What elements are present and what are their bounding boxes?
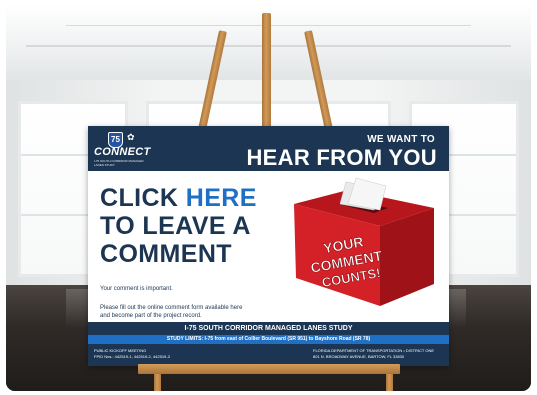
click-here-cta[interactable]: CLICK HERE TO LEAVE A COMMENT: [100, 184, 257, 268]
study-limits: STUDY LIMITS: I-75 from east of Collier …: [88, 335, 449, 344]
footer-left: PUBLIC KICKOFF MEETING FPID Nos.: 442519…: [94, 348, 170, 360]
sign-header: 75 ✿ CONNECT I-75 SOUTH CORRIDOR MANAGED…: [88, 126, 449, 171]
cta-line-2: TO LEAVE A: [100, 212, 251, 240]
study-title: I-75 SOUTH CORRIDOR MANAGED LANES STUDY: [88, 322, 449, 335]
palm-tree-icon: ✿: [127, 132, 135, 142]
easel-leg-center: [262, 13, 271, 133]
comment-sign: 75 ✿ CONNECT I-75 SOUTH CORRIDOR MANAGED…: [88, 126, 449, 366]
easel-foot-left: [154, 371, 161, 391]
footer-address: 801 N. BROADWAY AVENUE, BARTOW, FL 33830: [313, 354, 405, 359]
logo-subtext: I-75 SOUTH CORRIDOR MANAGED LANES STUDY: [94, 159, 144, 167]
footer-fpid: FPID Nos.: 442519-1, 442519-2, 442519-3: [94, 354, 170, 359]
logo-text: CONNECT: [94, 146, 151, 158]
easel-ledge: [138, 364, 400, 374]
header-line-2: HEAR FROM YOU: [246, 145, 437, 170]
cta-line-3: COMMENT: [100, 240, 232, 268]
paper-icon-2: [347, 177, 387, 211]
footer-right: FLORIDA DEPARTMENT OF TRANSPORTATION • D…: [313, 348, 434, 360]
important-text: Your comment is important.: [100, 286, 173, 292]
cta-here-link[interactable]: HERE: [186, 184, 257, 212]
easel-foot-right: [386, 371, 393, 391]
cta-click: CLICK: [100, 184, 186, 212]
sign-footer: PUBLIC KICKOFF MEETING FPID Nos.: 442519…: [88, 344, 449, 366]
instruction-line-2: and become part of the project record.: [100, 313, 202, 319]
instruction-line-1: Please fill out the online comment form …: [100, 305, 243, 311]
connect-logo: 75 ✿ CONNECT I-75 SOUTH CORRIDOR MANAGED…: [94, 132, 150, 167]
header-line-1: WE WANT TO: [367, 134, 435, 145]
comment-box-illustration: YOUR COMMENT COUNTS!: [286, 174, 441, 312]
